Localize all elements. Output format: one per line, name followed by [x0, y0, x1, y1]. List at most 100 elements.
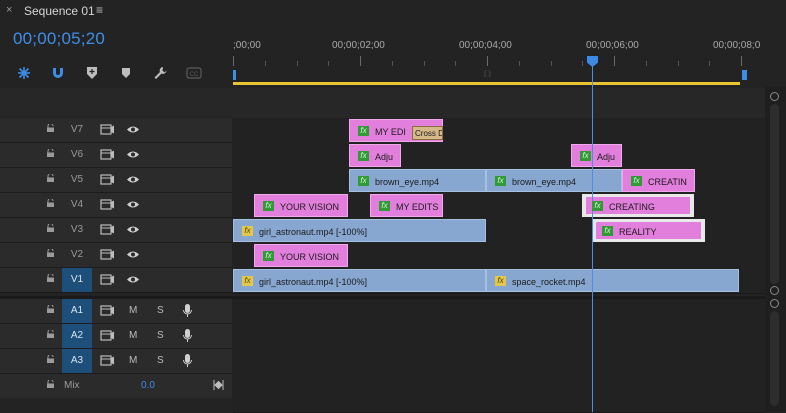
mute-button[interactable]: M	[129, 299, 137, 323]
clip-selected[interactable]: fx CREATING	[582, 194, 694, 217]
toggle-sync-icon[interactable]	[100, 174, 114, 185]
audio-lane-a2[interactable]	[233, 324, 765, 350]
toggle-sync-icon[interactable]	[100, 355, 114, 366]
clip[interactable]: fx CREATIN	[622, 169, 695, 192]
clip[interactable]: fx space_rocket.mp4	[486, 269, 739, 292]
eye-icon[interactable]	[126, 125, 140, 134]
clip[interactable]: fx girl_astronaut.mp4 [-100%]	[233, 219, 486, 242]
clip[interactable]: fx Adju	[571, 144, 622, 167]
eye-icon[interactable]	[126, 200, 140, 209]
track-name[interactable]: V6	[62, 143, 92, 167]
track-header-a2[interactable]: A2 M S	[0, 324, 232, 349]
track-name[interactable]: A1	[62, 299, 92, 323]
track-header-v3[interactable]: V3	[0, 218, 232, 243]
audio-lane-mix[interactable]	[233, 374, 765, 413]
lock-icon[interactable]	[46, 305, 55, 313]
track-header-a3[interactable]: A3 M S	[0, 349, 232, 374]
clip[interactable]: fx MY EDITS	[370, 194, 443, 217]
clip[interactable]: fx YOUR VISION	[254, 244, 348, 267]
lock-icon[interactable]	[46, 274, 55, 282]
transition-cross-dissolve[interactable]: Cross D	[412, 126, 443, 140]
lock-icon[interactable]	[46, 380, 55, 388]
scroll-zoom-handle[interactable]	[770, 92, 779, 101]
track-name[interactable]: A2	[62, 324, 92, 348]
mute-button[interactable]: M	[129, 324, 137, 348]
track-name[interactable]: V5	[62, 168, 92, 192]
scroll-zoom-handle[interactable]	[770, 299, 779, 308]
solo-button[interactable]: S	[157, 324, 164, 348]
snap-icon[interactable]	[14, 62, 34, 84]
lock-icon[interactable]	[46, 149, 55, 157]
audio-lane-a3[interactable]	[233, 349, 765, 375]
microphone-icon[interactable]	[183, 304, 192, 318]
eye-icon[interactable]	[126, 225, 140, 234]
track-header-v7[interactable]: V7	[0, 118, 232, 143]
clip-selected[interactable]: fx REALITY	[592, 219, 705, 242]
track-header-v5[interactable]: V5	[0, 168, 232, 193]
lock-icon[interactable]	[46, 124, 55, 132]
track-header-a1[interactable]: A1 M S	[0, 299, 232, 324]
solo-button[interactable]: S	[157, 349, 164, 373]
audio-lane-a1[interactable]	[233, 299, 765, 325]
captions-icon[interactable]: CC	[184, 62, 204, 84]
eye-icon[interactable]	[126, 150, 140, 159]
mute-button[interactable]: M	[129, 349, 137, 373]
track-header-v2[interactable]: V2	[0, 243, 232, 268]
wrench-icon[interactable]	[150, 62, 170, 84]
playhead-line[interactable]	[592, 62, 593, 412]
panel-menu-icon[interactable]: ≡	[96, 3, 103, 17]
playhead-timecode[interactable]: 00;00;05;20	[13, 29, 105, 49]
video-lane-v7[interactable]	[233, 118, 765, 144]
track-name[interactable]: V4	[62, 193, 92, 217]
toggle-sync-icon[interactable]	[100, 199, 114, 210]
time-ruler[interactable]: ;00;00 00;00;02;00 00;00;04;00 00;00;06;…	[233, 38, 765, 86]
scroll-thumb-video[interactable]	[770, 104, 779, 284]
track-header-v4[interactable]: V4	[0, 193, 232, 218]
lock-icon[interactable]	[46, 199, 55, 207]
video-lane-v6[interactable]	[233, 143, 765, 169]
track-name[interactable]: V7	[62, 118, 92, 142]
scroll-zoom-handle[interactable]	[770, 286, 779, 295]
track-name[interactable]: V3	[62, 218, 92, 242]
toggle-sync-icon[interactable]	[100, 224, 114, 235]
clip[interactable]: fx YOUR VISION	[254, 194, 348, 217]
lock-icon[interactable]	[46, 249, 55, 257]
lock-icon[interactable]	[46, 174, 55, 182]
eye-icon[interactable]	[126, 250, 140, 259]
microphone-icon[interactable]	[183, 329, 192, 343]
track-header-v1[interactable]: V1	[0, 268, 232, 293]
toggle-sync-icon[interactable]	[100, 249, 114, 260]
solo-button[interactable]: S	[157, 299, 164, 323]
work-area-in-handle[interactable]	[233, 70, 236, 80]
clip[interactable]: fx girl_astronaut.mp4 [-100%]	[233, 269, 486, 292]
clip[interactable]: fx brown_eye.mp4	[349, 169, 486, 192]
track-name[interactable]: V2	[62, 243, 92, 267]
marker-add-icon[interactable]	[82, 62, 102, 84]
sequence-tab-title[interactable]: Sequence 01	[24, 4, 95, 18]
marker-icon[interactable]	[116, 62, 136, 84]
lock-icon[interactable]	[46, 330, 55, 338]
lock-icon[interactable]	[46, 355, 55, 363]
scroll-thumb-audio[interactable]	[770, 311, 779, 406]
go-to-in-out-icon[interactable]	[213, 380, 224, 390]
close-panel-button[interactable]: ×	[6, 4, 12, 16]
eye-icon[interactable]	[126, 275, 140, 284]
work-area-out-handle[interactable]	[742, 70, 747, 80]
toggle-sync-icon[interactable]	[100, 274, 114, 285]
work-area-bar[interactable]	[233, 82, 740, 85]
track-header-v6[interactable]: V6	[0, 143, 232, 168]
track-name[interactable]: A3	[62, 349, 92, 373]
track-name[interactable]: V1	[62, 268, 92, 292]
clip[interactable]: fx brown_eye.mp4	[486, 169, 622, 192]
mix-volume-value[interactable]: 0.0	[141, 374, 155, 398]
magnet-icon[interactable]	[48, 62, 68, 84]
eye-icon[interactable]	[126, 175, 140, 184]
vertical-scrollbar[interactable]	[765, 86, 786, 412]
toggle-sync-icon[interactable]	[100, 124, 114, 135]
toggle-sync-icon[interactable]	[100, 330, 114, 341]
toggle-sync-icon[interactable]	[100, 305, 114, 316]
clip[interactable]: fx Adju	[349, 144, 401, 167]
lock-icon[interactable]	[46, 224, 55, 232]
toggle-sync-icon[interactable]	[100, 149, 114, 160]
microphone-icon[interactable]	[183, 354, 192, 368]
